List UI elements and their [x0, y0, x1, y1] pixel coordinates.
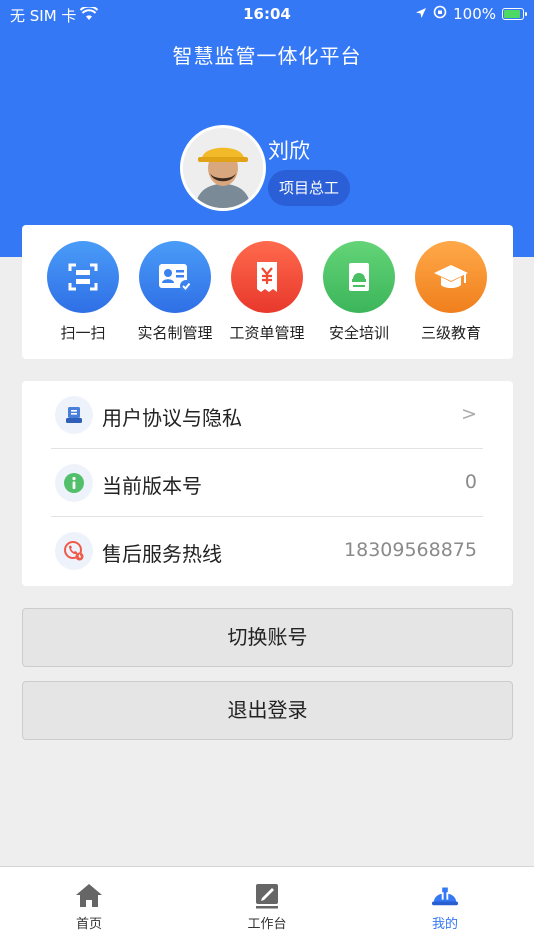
- tab-label: 首页: [75, 917, 102, 932]
- quick-action-label: 工资单管理: [229, 324, 305, 342]
- logout-button[interactable]: 退出登录: [22, 681, 513, 740]
- safety-book-icon: [323, 241, 395, 313]
- app-title: 智慧监管一体化平台: [172, 44, 362, 68]
- version-value: 0: [464, 471, 477, 493]
- helmet-icon: [431, 881, 459, 909]
- payroll-icon: [231, 241, 303, 313]
- user-profile: 刘欣 项目总工: [180, 125, 440, 215]
- quick-action-realname[interactable]: 实名制管理: [129, 241, 221, 343]
- tab-mine[interactable]: 我的: [395, 881, 495, 932]
- tab-workbench[interactable]: 工作台: [217, 881, 317, 932]
- switch-account-button[interactable]: 切换账号: [22, 608, 513, 667]
- battery-icon: [502, 8, 527, 20]
- list-item-version[interactable]: 当前版本号 0: [51, 450, 483, 517]
- quick-action-label: 扫一扫: [60, 324, 106, 342]
- quick-action-safety-training[interactable]: 安全培训: [313, 241, 405, 343]
- list-item-user-agreement[interactable]: 用户协议与隐私 >: [51, 382, 483, 449]
- list-item-service-hotline[interactable]: 售后服务热线 18309568875: [51, 518, 483, 585]
- status-bar: 无 SIM 卡 16:04 100%: [0, 0, 534, 30]
- graduation-cap-icon: [415, 241, 487, 313]
- quick-actions-card: 扫一扫 实名制管理 工资单管理 安全培训 三级教育: [22, 225, 513, 359]
- document-icon: [55, 396, 93, 434]
- tab-home[interactable]: 首页: [39, 881, 139, 932]
- phone-icon: [55, 532, 93, 570]
- info-icon: [55, 464, 93, 502]
- hotline-value: 18309568875: [344, 539, 477, 561]
- list-item-label: 用户协议与隐私: [102, 406, 242, 430]
- list-item-label: 售后服务热线: [102, 542, 222, 566]
- home-icon: [75, 881, 103, 909]
- quick-action-label: 安全培训: [328, 324, 389, 342]
- quick-action-payroll[interactable]: 工资单管理: [221, 241, 313, 343]
- tab-bar: 首页 工作台 我的: [0, 866, 534, 950]
- chevron-right-icon: >: [461, 403, 477, 425]
- tab-label: 工作台: [247, 917, 287, 932]
- location-arrow-icon: [415, 5, 427, 23]
- list-item-label: 当前版本号: [102, 474, 202, 498]
- rotation-lock-icon: [433, 5, 447, 23]
- avatar[interactable]: [180, 125, 266, 211]
- quick-action-scan[interactable]: 扫一扫: [37, 241, 129, 343]
- scan-icon: [47, 241, 119, 313]
- settings-list: 用户协议与隐私 > 当前版本号 0 售后服务热线 18309568875: [22, 381, 513, 586]
- quick-action-three-level-education[interactable]: 三级教育: [405, 241, 497, 343]
- tab-label: 我的: [431, 917, 458, 932]
- quick-action-label: 三级教育: [420, 324, 481, 342]
- user-name: 刘欣: [268, 139, 310, 163]
- quick-action-label: 实名制管理: [137, 324, 213, 342]
- id-card-icon: [139, 241, 211, 313]
- workbench-icon: [253, 881, 281, 909]
- role-badge: 项目总工: [268, 170, 351, 206]
- battery-percent: 100%: [453, 5, 496, 23]
